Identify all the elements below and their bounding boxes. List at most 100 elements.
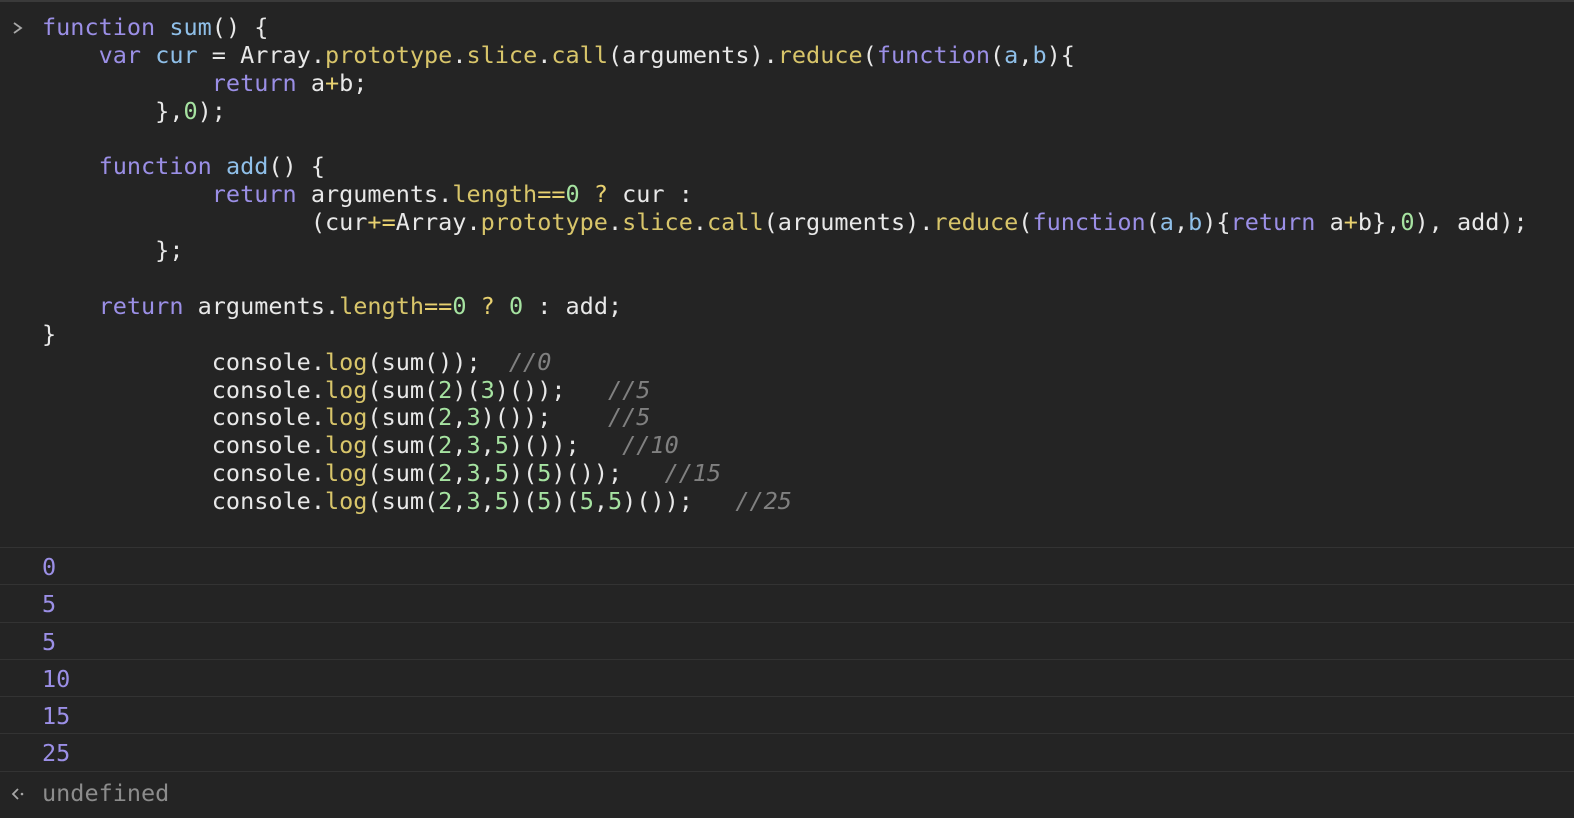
code-token: a [1329, 208, 1344, 237]
code-token: 3 [466, 459, 481, 488]
code-line: return a+b; [42, 68, 1528, 98]
code-token: log [324, 431, 368, 460]
code-token: b [1188, 208, 1203, 237]
code-token: 5 [579, 487, 594, 516]
code-line: function sum() { [42, 13, 1528, 42]
code-token: function [1032, 208, 1146, 237]
code-token: }, [42, 96, 184, 125]
code-token: //5 [607, 375, 651, 404]
code-token: 3 [480, 375, 495, 404]
code-token: )( [452, 375, 481, 404]
code-token: b; [339, 68, 368, 97]
output-value: 10 [42, 664, 71, 693]
code-token: , [1173, 208, 1189, 237]
code-token: + [1343, 208, 1358, 237]
code-token: ( [862, 40, 877, 69]
code-token: + [324, 68, 340, 97]
devtools-console: function sum() { var cur = Array.prototy… [0, 0, 1574, 818]
code-token: 5 [537, 459, 552, 488]
code-token: , [452, 403, 467, 432]
code-token: 5 [494, 431, 509, 460]
code-token: 2 [438, 375, 453, 404]
code-token: ? [480, 291, 495, 320]
return-value: undefined [42, 778, 170, 807]
code-token: prototype [480, 208, 608, 237]
code-token: , [452, 431, 467, 460]
code-token: 3 [466, 403, 481, 432]
code-token: //15 [664, 459, 722, 488]
code-token: arguments. [197, 291, 340, 320]
code-token: )( [551, 487, 580, 516]
code-token: return [98, 291, 198, 320]
code-token: , [1018, 40, 1033, 69]
code-token: 5 [537, 487, 552, 516]
code-line: console.log(sum(2,3,5)(5)(5,5)()); //25 [42, 487, 1528, 516]
code-token: 2 [438, 403, 453, 432]
code-token: 5 [608, 487, 623, 516]
output-value: 25 [42, 739, 71, 768]
code-token: b}, [1357, 208, 1401, 237]
code-token: Array. [395, 208, 481, 237]
console-output-row: 5 [0, 585, 1574, 623]
code-token: add [225, 152, 269, 181]
code-token: , [480, 459, 495, 488]
code-token: (sum( [367, 403, 439, 432]
code-token: 3 [466, 431, 481, 460]
code-token: reduce [777, 40, 863, 69]
console-return-row: undefined [0, 772, 1574, 814]
console-output-row: 0 [0, 548, 1574, 586]
code-token: slice [466, 40, 538, 69]
console-input-entry[interactable]: function sum() { var cur = Array.prototy… [0, 2, 1574, 548]
code-token: )()); [551, 459, 665, 488]
code-line: },0); [42, 96, 1528, 126]
code-token: } [42, 319, 57, 348]
code-token: (sum( [367, 431, 439, 460]
code-line: console.log(sum(2,3,5)()); //10 [42, 431, 1528, 460]
code-token: . [537, 40, 552, 69]
code-token: cur : [607, 180, 693, 209]
console-output-row: 10 [0, 660, 1574, 698]
code-token: cur [155, 40, 198, 69]
code-token: log [324, 487, 368, 516]
code-token: //10 [622, 431, 679, 460]
code-token: 5 [494, 487, 509, 516]
code-token: (sum( [367, 375, 439, 404]
code-token: () { [211, 13, 269, 41]
code-token: log [324, 403, 368, 432]
code-token: , [593, 487, 609, 516]
code-token: 0 [565, 180, 580, 209]
code-token: ){ [1202, 208, 1231, 237]
code-token: a [1004, 40, 1019, 69]
code-token: length [452, 180, 538, 209]
code-token: log [324, 347, 368, 376]
code-token: call [707, 208, 764, 237]
code-token: call [551, 40, 608, 69]
code-block: function sum() { var cur = Array.prototy… [42, 13, 1528, 516]
code-token: a [1159, 208, 1174, 237]
code-token: //5 [607, 403, 651, 432]
code-token: b [1032, 40, 1047, 69]
code-token: 3 [466, 487, 481, 516]
code-token: += [367, 208, 396, 237]
code-line: function add() { [42, 153, 1528, 181]
code-token: ? [593, 180, 608, 209]
code-token: console. [42, 347, 325, 376]
code-token: . [452, 40, 467, 69]
code-token: )()); [494, 375, 608, 404]
code-token: 5 [494, 459, 509, 488]
code-token: sum [169, 13, 212, 41]
code-token: (cur [42, 208, 368, 237]
code-token: console. [42, 403, 325, 432]
code-token: slice [622, 208, 693, 237]
code-token: return [211, 68, 311, 97]
code-token: , [452, 487, 467, 516]
code-token: prototype [324, 40, 453, 69]
code-token: console. [42, 375, 325, 404]
code-token: ( [1145, 208, 1160, 237]
code-token: )()); [508, 431, 623, 460]
